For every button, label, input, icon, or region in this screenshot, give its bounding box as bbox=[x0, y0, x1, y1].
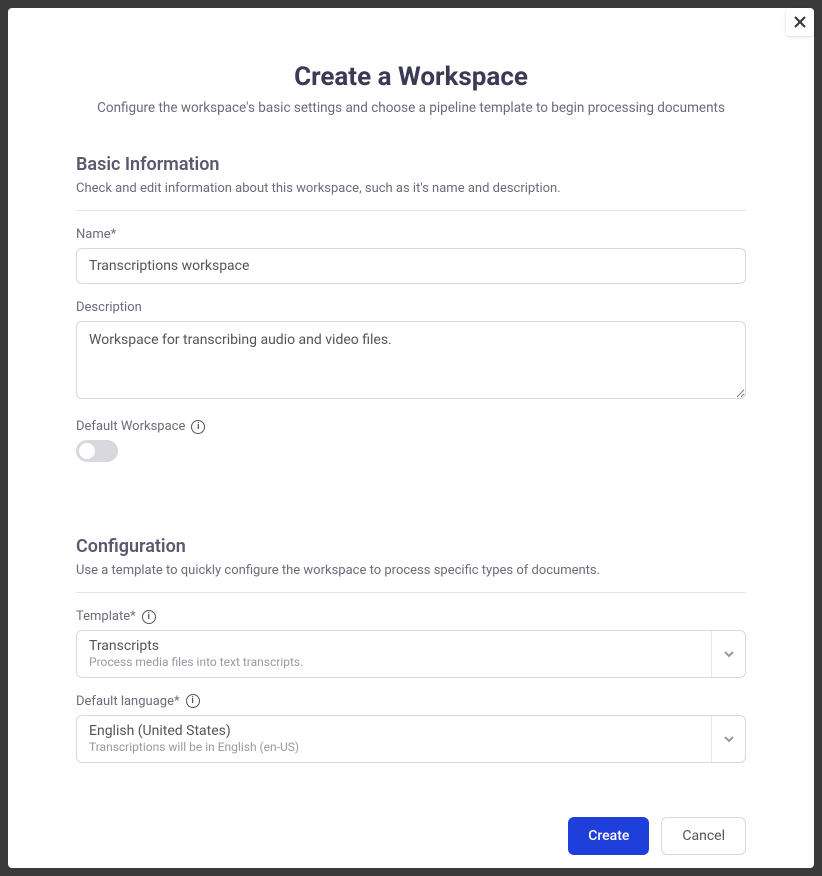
cancel-button[interactable]: Cancel bbox=[661, 817, 746, 855]
create-button[interactable]: Create bbox=[568, 817, 649, 855]
section-desc-config: Use a template to quickly configure the … bbox=[76, 563, 746, 578]
template-label-text: Template* bbox=[76, 609, 136, 624]
template-value: Transcripts bbox=[89, 637, 699, 655]
section-title-config: Configuration bbox=[76, 536, 746, 557]
modal-subtitle: Configure the workspace's basic settings… bbox=[76, 100, 746, 116]
template-select-content: Transcripts Process media files into tex… bbox=[77, 631, 711, 677]
template-select[interactable]: Transcripts Process media files into tex… bbox=[76, 630, 746, 678]
template-field: Template* i Transcripts Process media fi… bbox=[76, 609, 746, 678]
modal-title: Create a Workspace bbox=[76, 62, 746, 92]
divider bbox=[76, 210, 746, 211]
default-workspace-toggle[interactable] bbox=[76, 440, 118, 462]
default-workspace-label: Default Workspace i bbox=[76, 419, 746, 434]
language-hint: Transcriptions will be in English (en-US… bbox=[89, 740, 699, 756]
template-label: Template* i bbox=[76, 609, 746, 624]
description-input[interactable]: Workspace for transcribing audio and vid… bbox=[76, 321, 746, 399]
name-label: Name* bbox=[76, 227, 746, 242]
description-label: Description bbox=[76, 300, 746, 315]
configuration-section: Configuration Use a template to quickly … bbox=[76, 536, 746, 763]
language-label-text: Default language* bbox=[76, 694, 180, 709]
default-workspace-label-text: Default Workspace bbox=[76, 419, 185, 434]
info-icon[interactable]: i bbox=[191, 420, 205, 434]
language-select-content: English (United States) Transcriptions w… bbox=[77, 716, 711, 762]
toggle-knob bbox=[79, 443, 95, 459]
modal-header: Create a Workspace Configure the workspa… bbox=[76, 62, 746, 116]
description-field: Description Workspace for transcribing a… bbox=[76, 300, 746, 403]
section-title-basic: Basic Information bbox=[76, 154, 746, 175]
language-field: Default language* i English (United Stat… bbox=[76, 694, 746, 763]
chevron-down-icon bbox=[711, 716, 745, 762]
divider bbox=[76, 592, 746, 593]
basic-information-section: Basic Information Check and edit informa… bbox=[76, 154, 746, 462]
default-workspace-field: Default Workspace i bbox=[76, 419, 746, 462]
section-desc-basic: Check and edit information about this wo… bbox=[76, 181, 746, 196]
close-icon bbox=[793, 15, 807, 29]
template-hint: Process media files into text transcript… bbox=[89, 655, 699, 671]
info-icon[interactable]: i bbox=[142, 610, 156, 624]
info-icon[interactable]: i bbox=[186, 694, 200, 708]
language-label: Default language* i bbox=[76, 694, 746, 709]
language-select[interactable]: English (United States) Transcriptions w… bbox=[76, 715, 746, 763]
language-value: English (United States) bbox=[89, 722, 699, 740]
create-workspace-modal: Create a Workspace Configure the workspa… bbox=[8, 8, 814, 868]
chevron-down-icon bbox=[711, 631, 745, 677]
name-field: Name* bbox=[76, 227, 746, 284]
modal-footer: Create Cancel bbox=[76, 817, 746, 855]
close-button[interactable] bbox=[786, 8, 814, 36]
name-input[interactable] bbox=[76, 248, 746, 284]
